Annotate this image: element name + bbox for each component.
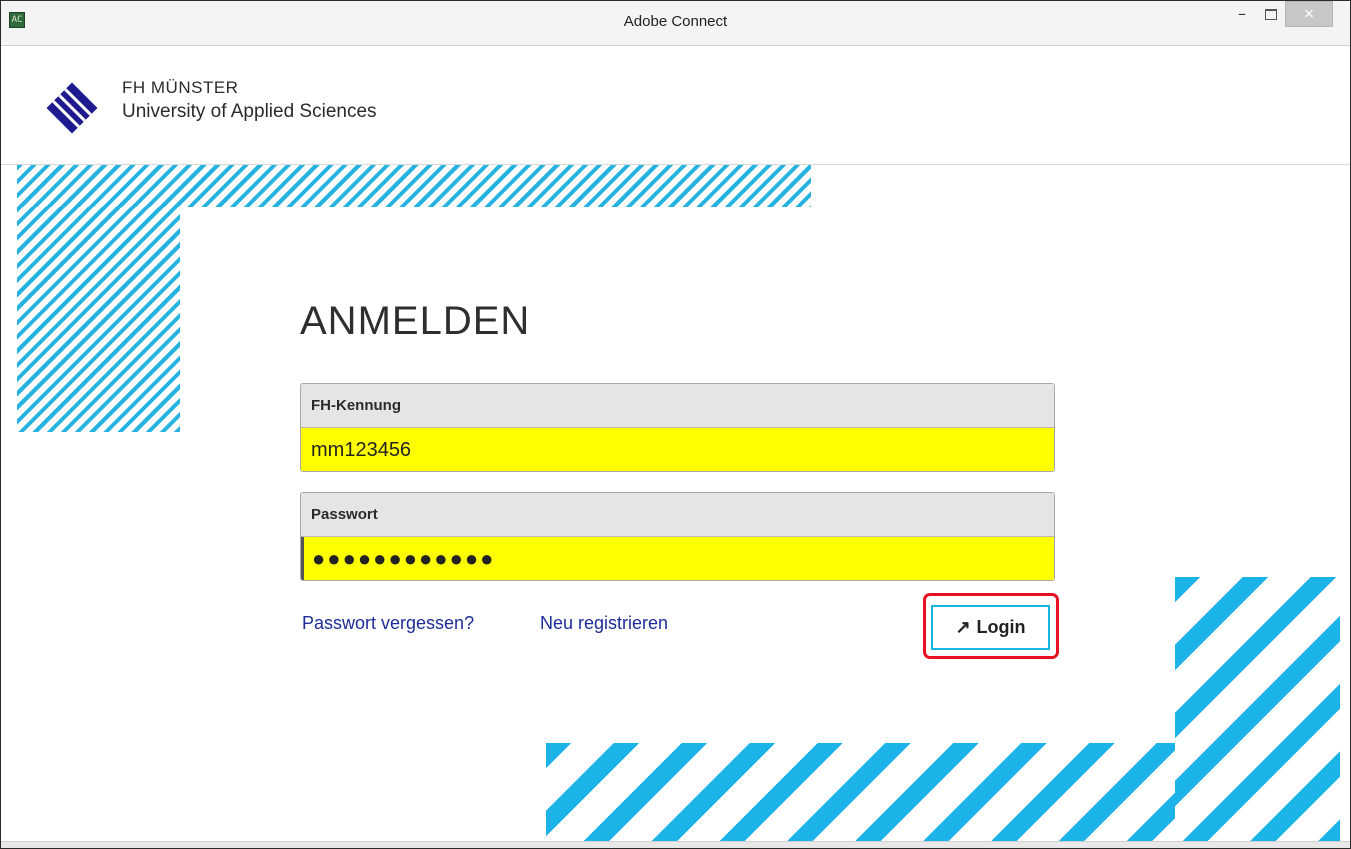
close-button[interactable]: ×	[1285, 1, 1333, 27]
password-field: Passwort	[300, 492, 1055, 581]
maximize-icon	[1265, 9, 1277, 20]
maximize-button[interactable]	[1257, 1, 1283, 27]
decorative-stripes-right	[1175, 577, 1340, 848]
login-page: ANMELDEN FH-Kennung Passwort Passwort ve…	[1, 165, 1350, 848]
username-field: FH-Kennung	[300, 383, 1055, 472]
title-bar[interactable]: AC Adobe Connect – ×	[1, 1, 1350, 46]
arrow-up-right-icon: ↗	[955, 617, 971, 637]
username-input[interactable]	[301, 428, 1054, 471]
app-window: AC Adobe Connect – × FH MÜNSTER Universi…	[0, 0, 1351, 849]
fh-muenster-logo-icon	[46, 82, 98, 134]
decorative-stripes-bottom	[546, 743, 1175, 848]
header: FH MÜNSTER University of Applied Science…	[1, 46, 1350, 165]
decorative-stripes-left	[17, 207, 180, 432]
login-button-label: Login	[976, 617, 1026, 637]
window-title: Adobe Connect	[623, 13, 728, 30]
decorative-stripes-top	[17, 165, 811, 207]
password-input[interactable]	[301, 537, 1054, 580]
brand-subtitle: University of Applied Sciences	[122, 101, 377, 122]
login-button[interactable]: ↗ Login	[931, 605, 1050, 650]
username-label: FH-Kennung	[301, 384, 1054, 428]
forgot-password-link[interactable]: Passwort vergessen?	[302, 613, 474, 634]
page-title: ANMELDEN	[300, 299, 531, 343]
window-bottom-border	[1, 841, 1350, 848]
register-link[interactable]: Neu registrieren	[540, 613, 668, 634]
brand-name: FH MÜNSTER	[122, 78, 239, 97]
password-label: Passwort	[301, 493, 1054, 537]
minimize-button[interactable]: –	[1229, 1, 1255, 27]
